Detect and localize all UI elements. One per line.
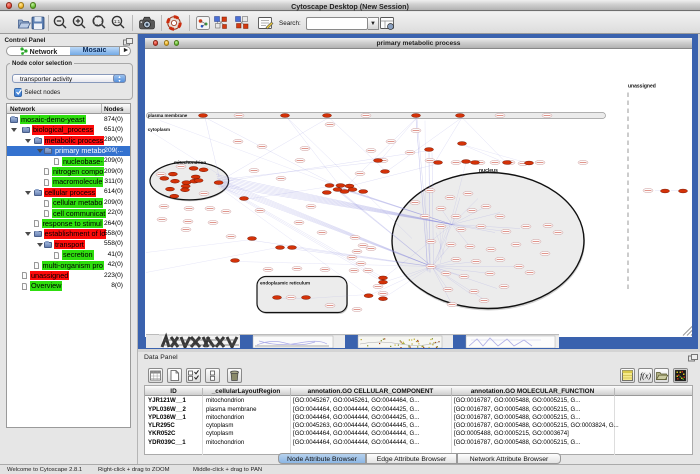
svg-text:plasma membrane: plasma membrane [148,113,188,118]
svg-text:nucleus: nucleus [479,168,498,174]
svg-text:cytoplasm: cytoplasm [148,127,170,132]
svg-text:mitochondrion: mitochondrion [174,160,206,165]
svg-text:unassigned: unassigned [628,84,656,90]
svg-text:f(x): f(x) [640,372,651,381]
svg-text:1:1: 1:1 [114,19,121,24]
svg-text:endoplasmic reticulum: endoplasmic reticulum [260,281,310,286]
